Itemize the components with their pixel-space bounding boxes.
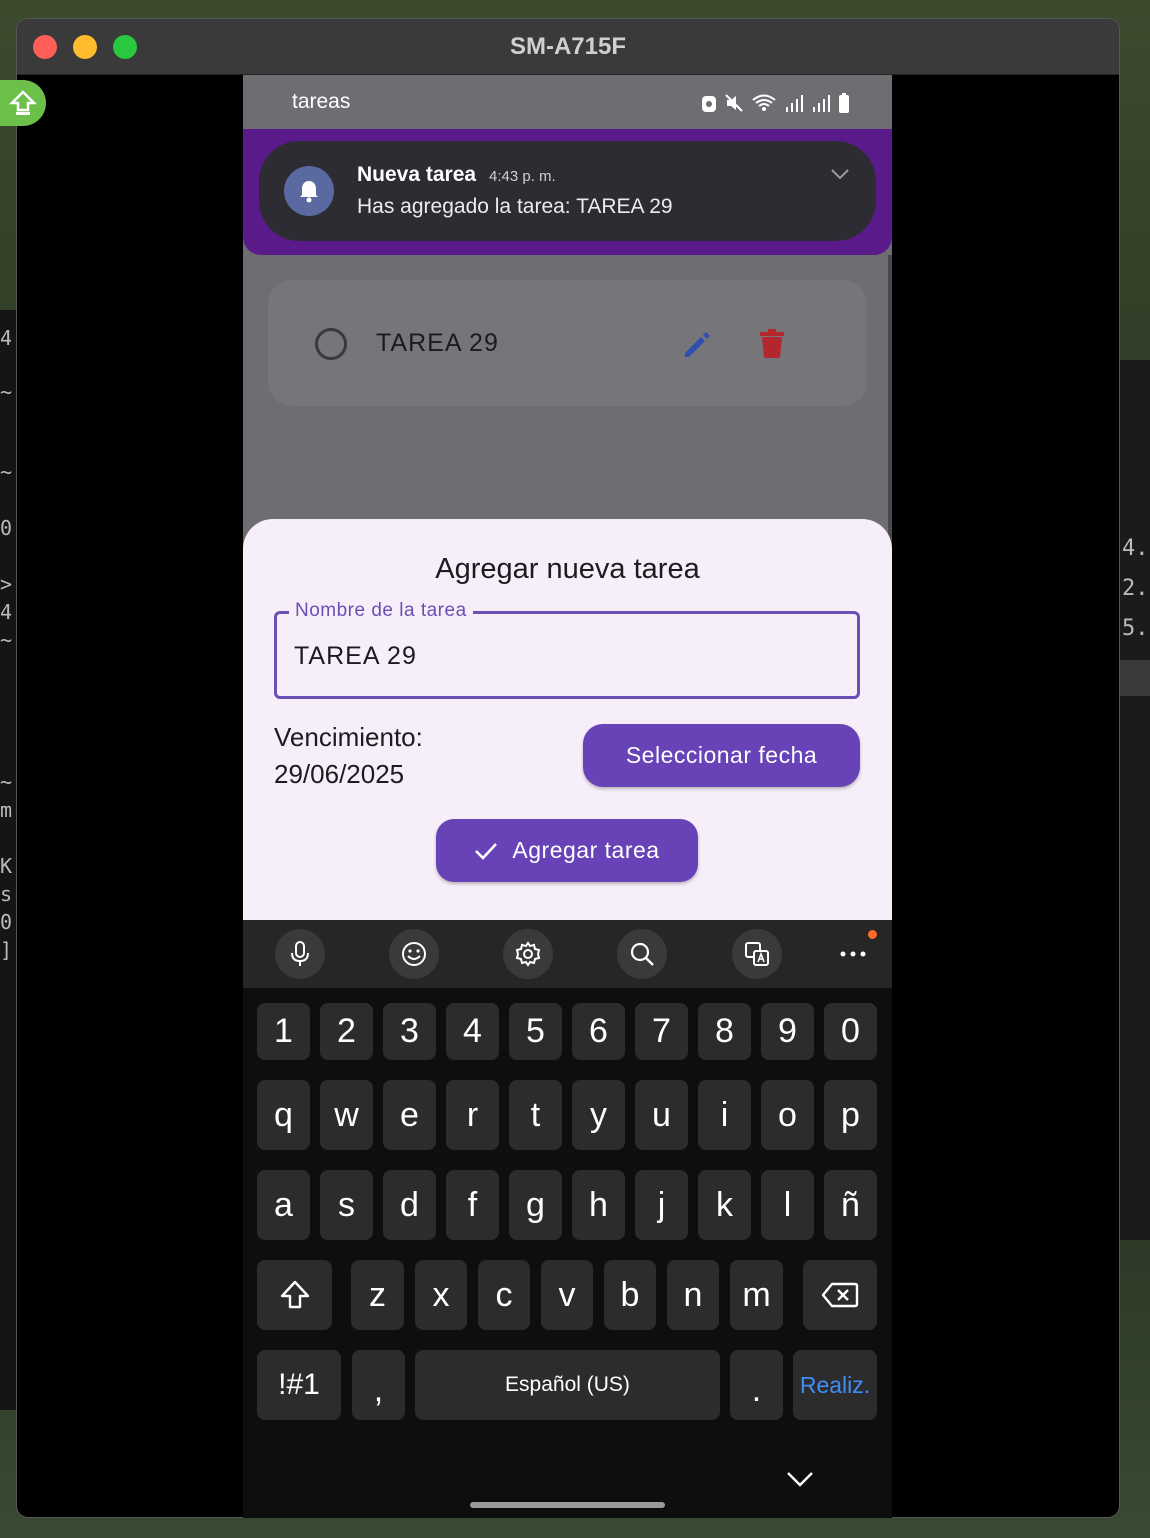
- key-f[interactable]: f: [446, 1170, 499, 1240]
- key-l[interactable]: l: [761, 1170, 814, 1240]
- emoji-icon[interactable]: [389, 929, 439, 979]
- key-u[interactable]: u: [635, 1080, 688, 1150]
- due-date-info: Vencimiento: 29/06/2025: [274, 719, 423, 793]
- key-7[interactable]: 7: [635, 1003, 688, 1060]
- key-z[interactable]: z: [351, 1260, 404, 1330]
- key-8[interactable]: 8: [698, 1003, 751, 1060]
- signal-icon-2: [813, 95, 830, 112]
- key-d[interactable]: d: [383, 1170, 436, 1240]
- key-enye[interactable]: ñ: [824, 1170, 877, 1240]
- add-task-button[interactable]: Agregar tarea: [436, 819, 698, 882]
- done-key[interactable]: Realiz.: [793, 1350, 877, 1420]
- key-q[interactable]: q: [257, 1080, 310, 1150]
- key-c[interactable]: c: [478, 1260, 530, 1330]
- key-x[interactable]: x: [415, 1260, 467, 1330]
- background-terminal-left: 4 ~ ~ 0 >4 ~ ~ m Ks 0]: [0, 310, 16, 1410]
- app-content: tareas Nueva tarea 4:43 p. m. Has agrega…: [243, 75, 892, 920]
- key-v[interactable]: v: [541, 1260, 593, 1330]
- notification-body: Has agregado la tarea: TAREA 29: [357, 195, 673, 218]
- key-i[interactable]: i: [698, 1080, 751, 1150]
- key-b[interactable]: b: [604, 1260, 656, 1330]
- key-h[interactable]: h: [572, 1170, 625, 1240]
- add-task-label: Agregar tarea: [512, 837, 660, 863]
- microphone-icon[interactable]: [275, 929, 325, 979]
- key-6[interactable]: 6: [572, 1003, 625, 1060]
- keyboard-toolbar: [243, 920, 892, 988]
- backspace-icon: [821, 1282, 859, 1308]
- key-w[interactable]: w: [320, 1080, 373, 1150]
- dialog-title: Agregar nueva tarea: [435, 553, 700, 585]
- task-name: TAREA 29: [376, 329, 499, 357]
- home-indicator[interactable]: [470, 1502, 665, 1508]
- edit-icon[interactable]: [681, 329, 713, 361]
- select-date-button[interactable]: Seleccionar fecha: [583, 724, 860, 787]
- bell-icon: [284, 166, 334, 216]
- shift-key[interactable]: [257, 1260, 332, 1330]
- key-k[interactable]: k: [698, 1170, 751, 1240]
- due-label: Vencimiento:: [274, 722, 423, 752]
- key-r[interactable]: r: [446, 1080, 499, 1150]
- period-key[interactable]: .: [730, 1350, 783, 1420]
- key-s[interactable]: s: [320, 1170, 373, 1240]
- notification-card[interactable]: Nueva tarea 4:43 p. m. Has agregado la t…: [259, 141, 876, 241]
- hide-keyboard-icon[interactable]: [786, 1470, 814, 1488]
- wifi-icon: [752, 94, 776, 111]
- add-task-dialog: Agregar nueva tarea Nombre de la tarea T…: [243, 519, 892, 920]
- signal-icon: [786, 95, 803, 112]
- delete-icon[interactable]: [758, 328, 786, 360]
- space-key[interactable]: Español (US): [415, 1350, 720, 1420]
- status-app-title: tareas: [292, 90, 351, 113]
- alarm-icon: [702, 96, 716, 112]
- symbols-key[interactable]: !#1: [257, 1350, 341, 1420]
- key-j[interactable]: j: [635, 1170, 688, 1240]
- due-date-value: 29/06/2025: [274, 759, 405, 789]
- key-n[interactable]: n: [667, 1260, 719, 1330]
- window-titlebar: SM-A715F: [17, 19, 1119, 75]
- chevron-down-icon[interactable]: [830, 167, 850, 181]
- task-name-input[interactable]: TAREA 29: [294, 642, 417, 671]
- notification-time: 4:43 p. m.: [489, 168, 556, 185]
- key-e[interactable]: e: [383, 1080, 436, 1150]
- status-icons: [701, 93, 850, 113]
- scrollbar[interactable]: [888, 255, 892, 565]
- notification-frame: Nueva tarea 4:43 p. m. Has agregado la t…: [243, 129, 892, 255]
- key-1[interactable]: 1: [257, 1003, 310, 1060]
- check-icon: [475, 842, 498, 860]
- task-name-label: Nombre de la tarea: [289, 600, 473, 622]
- key-0[interactable]: 0: [824, 1003, 877, 1060]
- key-g[interactable]: g: [509, 1170, 562, 1240]
- screen-mirror-icon[interactable]: [0, 80, 46, 126]
- task-complete-radio[interactable]: [315, 328, 347, 360]
- background-terminal-right: 4. 2. 5.: [1118, 360, 1150, 1240]
- task-name-field[interactable]: Nombre de la tarea TAREA 29: [274, 600, 860, 699]
- key-t[interactable]: t: [509, 1080, 562, 1150]
- battery-icon: [839, 93, 849, 113]
- phone-screen: tareas Nueva tarea 4:43 p. m. Has agrega…: [243, 75, 892, 1518]
- shift-icon: [280, 1280, 309, 1309]
- keyboard: 1 2 3 4 5 6 7 8 9 0 q w e r t y u i o p …: [243, 920, 892, 1518]
- key-5[interactable]: 5: [509, 1003, 562, 1060]
- key-o[interactable]: o: [761, 1080, 814, 1150]
- key-4[interactable]: 4: [446, 1003, 499, 1060]
- settings-icon[interactable]: [503, 929, 553, 979]
- key-m[interactable]: m: [730, 1260, 783, 1330]
- mute-icon: [725, 94, 743, 112]
- key-a[interactable]: a: [257, 1170, 310, 1240]
- backspace-key[interactable]: [803, 1260, 877, 1330]
- key-9[interactable]: 9: [761, 1003, 814, 1060]
- task-card[interactable]: TAREA 29: [268, 280, 867, 406]
- window-title: SM-A715F: [509, 33, 627, 60]
- key-3[interactable]: 3: [383, 1003, 436, 1060]
- search-icon[interactable]: [617, 929, 667, 979]
- notification-dot: [868, 930, 877, 939]
- status-bar: tareas: [243, 75, 892, 129]
- key-2[interactable]: 2: [320, 1003, 373, 1060]
- comma-key[interactable]: ,: [352, 1350, 405, 1420]
- notification-title: Nueva tarea: [357, 163, 477, 186]
- translate-icon[interactable]: [732, 929, 782, 979]
- key-y[interactable]: y: [572, 1080, 625, 1150]
- key-p[interactable]: p: [824, 1080, 877, 1150]
